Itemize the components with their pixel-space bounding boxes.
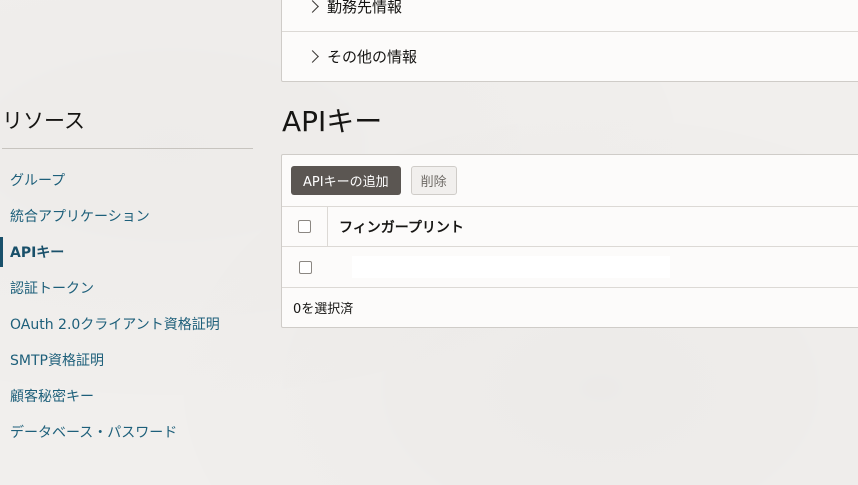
resources-heading: リソース	[2, 109, 85, 133]
add-api-key-button[interactable]: APIキーの追加	[291, 166, 401, 195]
table-toolbar: APIキーの追加 削除	[282, 155, 858, 207]
accordion-item-label: その他の情報	[327, 48, 418, 66]
nav-item-database-passwords[interactable]: データベース・パスワード	[0, 414, 260, 450]
table-row	[282, 247, 858, 288]
resources-divider	[2, 148, 253, 149]
nav-item-integrated-apps[interactable]: 統合アプリケーション	[0, 198, 260, 234]
nav-item-oauth-credentials[interactable]: OAuth 2.0クライアント資格証明	[0, 306, 260, 342]
select-all-checkbox[interactable]	[298, 220, 311, 233]
column-header-fingerprint[interactable]: フィンガープリント	[328, 217, 464, 237]
accordion-item-work-info[interactable]: 勤務先情報	[282, 0, 858, 31]
chevron-right-icon	[306, 0, 319, 13]
selection-status: 0を選択済	[293, 302, 354, 317]
nav-item-auth-tokens[interactable]: 認証トークン	[0, 270, 260, 306]
select-all-cell	[282, 207, 328, 246]
nav-item-smtp-credentials[interactable]: SMTP資格証明	[0, 342, 260, 378]
nav-item-customer-secret-keys[interactable]: 顧客秘密キー	[0, 378, 260, 414]
nav-item-api-keys[interactable]: APIキー	[0, 234, 260, 270]
accordion-item-label: 勤務先情報	[327, 0, 403, 16]
accordion-item-other-info[interactable]: その他の情報	[282, 31, 858, 81]
table-header: フィンガープリント	[282, 207, 858, 247]
page-title: APIキー	[282, 105, 383, 138]
delete-button[interactable]: 削除	[410, 166, 457, 195]
chevron-right-icon	[306, 50, 319, 63]
row-checkbox[interactable]	[298, 260, 312, 274]
api-keys-panel: APIキーの追加 削除 フィンガープリント 0を選択済	[281, 154, 858, 328]
row-select-cell	[282, 247, 328, 287]
resources-nav: グループ 統合アプリケーション APIキー 認証トークン OAuth 2.0クラ…	[0, 162, 260, 450]
nav-item-groups[interactable]: グループ	[0, 162, 260, 198]
details-accordion: 勤務先情報 その他の情報	[281, 0, 858, 82]
fingerprint-cell	[352, 256, 670, 278]
